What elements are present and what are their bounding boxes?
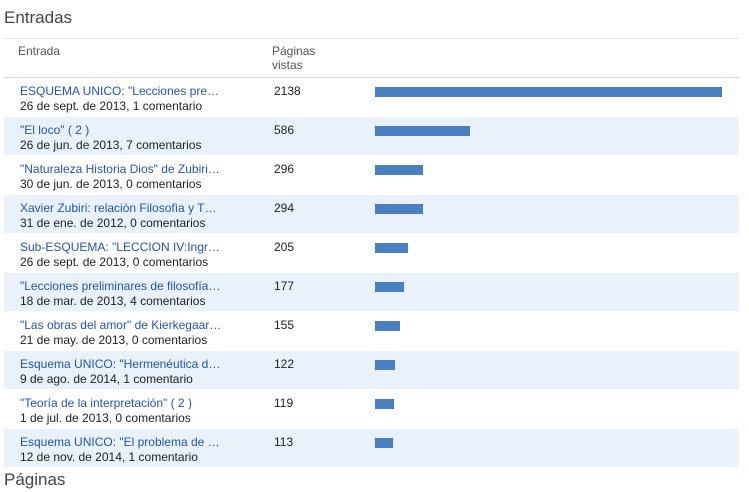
entries-table: Entrada Páginas vistas ESQUEMA UNICO: "L… (4, 38, 739, 468)
views-bar (375, 87, 722, 97)
entry-meta: 26 de sept. de 2013, 0 comentarios (20, 255, 209, 269)
entry-title-link[interactable]: "Naturaleza Historia Dios" de Zubiri… (20, 162, 242, 176)
table-row: "Lecciones preliminares de filosofía… 18 … (4, 273, 739, 312)
view-count: 296 (274, 162, 295, 176)
entries-section-title: Entradas (4, 8, 73, 27)
views-bar (375, 282, 404, 292)
table-row: "El loco" ( 2 ) 26 de jun. de 2013, 7 com… (4, 117, 739, 156)
entry-title-link[interactable]: "Lecciones preliminares de filosofía… (20, 279, 242, 293)
entry-meta: 26 de sept. de 2013, 1 comentario (20, 99, 203, 113)
table-row: "Las obras del amor" de Kierkegaar… 21 de… (4, 312, 739, 351)
views-bar (375, 126, 470, 136)
entry-title-link[interactable]: Esquema UNICO: "Hermenéutica d… (20, 357, 242, 371)
table-row: Xavier Zubiri: relaciòn Filosofìa y T… 31… (4, 195, 739, 234)
views-bar (375, 399, 394, 409)
view-count: 205 (274, 240, 295, 254)
entry-title-link[interactable]: Sub-ESQUEMA: "LECCION IV:Ingr… (20, 240, 242, 254)
entry-meta: 30 de jun. de 2013, 0 comentarios (20, 177, 202, 191)
entry-title-link[interactable]: ESQUEMA UNICO: "Lecciones pre… (20, 84, 242, 98)
views-bar (375, 438, 393, 448)
view-count: 177 (274, 279, 295, 293)
column-header-entry: Entrada (18, 44, 61, 58)
table-row: ESQUEMA UNICO: "Lecciones pre… 26 de sept… (4, 78, 739, 117)
entry-title-link[interactable]: Xavier Zubiri: relaciòn Filosofìa y T… (20, 201, 242, 215)
table-header: Entrada Páginas vistas (4, 38, 739, 78)
entry-title-link[interactable]: "El loco" ( 2 ) (20, 123, 242, 137)
column-header-views: Páginas vistas (272, 44, 315, 72)
entry-title-link[interactable]: "Las obras del amor" de Kierkegaar… (20, 318, 242, 332)
view-count: 122 (274, 357, 295, 371)
view-count: 119 (274, 396, 294, 410)
entry-title-link[interactable]: "Teoría de la interpretación" ( 2 ) (20, 396, 242, 410)
view-count: 586 (274, 123, 295, 137)
table-row: Esquema UNICO: "Hermenéutica d… 9 de ago.… (4, 351, 739, 390)
entry-meta: 18 de mar. de 2013, 4 comentarios (20, 294, 206, 308)
view-count: 155 (274, 318, 295, 332)
entry-meta: 12 de nov. de 2014, 1 comentario (20, 450, 198, 464)
views-bar (375, 204, 423, 214)
entry-meta: 26 de jun. de 2013, 7 comentarios (20, 138, 202, 152)
entry-meta: 31 de ene. de 2012, 0 comentarios (20, 216, 206, 230)
table-row: Sub-ESQUEMA: "LECCION IV:Ingr… 26 de sept… (4, 234, 739, 273)
column-header-views-line2: vistas (272, 58, 303, 72)
table-row: "Teoría de la interpretación" ( 2 ) 1 de … (4, 390, 739, 429)
entry-meta: 21 de may. de 2013, 0 comentarios (20, 333, 208, 347)
entry-meta: 9 de ago. de 2014, 1 comentario (20, 372, 193, 386)
views-bar (375, 243, 408, 253)
view-count: 294 (274, 201, 295, 215)
column-header-views-line1: Páginas (272, 44, 316, 58)
table-row: Esquema UNICO: "El problema de … 12 de no… (4, 429, 739, 468)
entry-title-link[interactable]: Esquema UNICO: "El problema de … (20, 435, 242, 449)
views-bar (375, 360, 395, 370)
view-count: 113 (274, 435, 294, 449)
views-bar (375, 321, 400, 331)
pages-section-title: Páginas (4, 470, 66, 489)
view-count: 2138 (274, 84, 301, 98)
table-body: ESQUEMA UNICO: "Lecciones pre… 26 de sept… (4, 78, 739, 468)
entry-meta: 1 de jul. de 2013, 0 comentarios (20, 411, 191, 425)
table-row: "Naturaleza Historia Dios" de Zubiri… 30 … (4, 156, 739, 195)
views-bar (375, 165, 423, 175)
